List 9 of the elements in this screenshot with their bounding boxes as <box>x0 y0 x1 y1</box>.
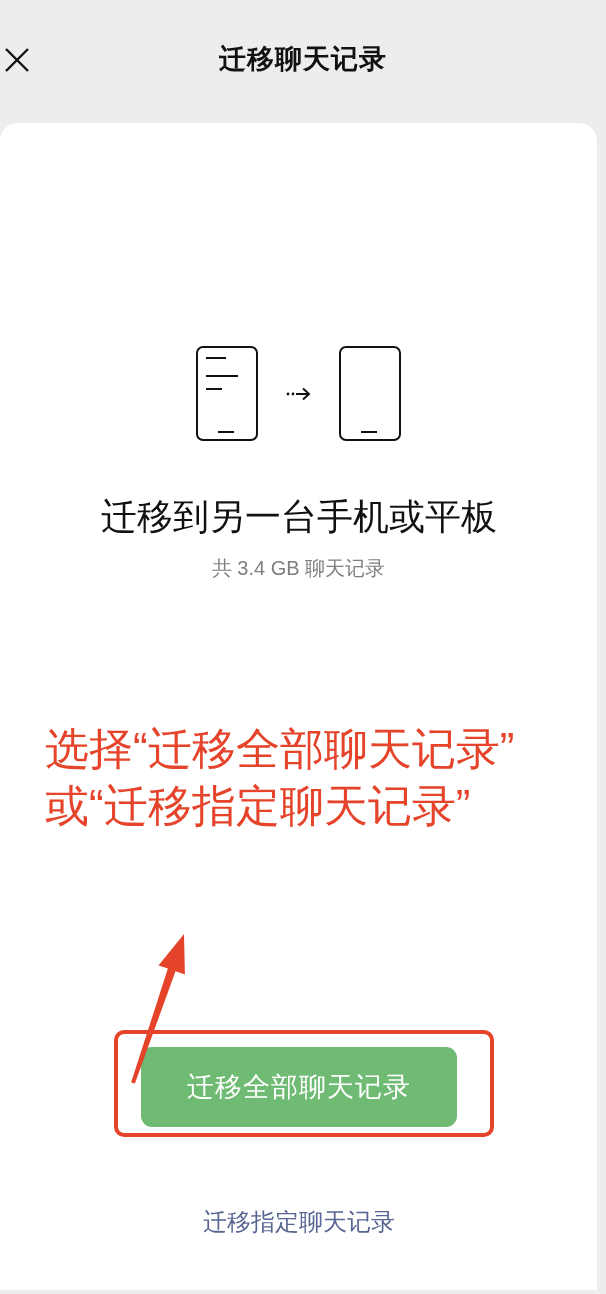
annotation-text: 选择“迁移全部聊天记录” 或“迁移指定聊天记录” <box>45 723 515 832</box>
blank-phone-icon <box>339 346 401 441</box>
storage-subtitle: 共 3.4 GB 聊天记录 <box>211 556 386 581</box>
dotted-arrow-icon <box>286 386 311 401</box>
migrate-selected-link[interactable]: 迁移指定聊天记录 <box>202 1205 395 1239</box>
page-title: 迁移聊天记录 <box>219 43 387 76</box>
phone-with-lines-icon <box>196 346 258 441</box>
heading: 迁移到另一台手机或平板 <box>100 495 497 538</box>
close-icon[interactable] <box>5 47 29 72</box>
